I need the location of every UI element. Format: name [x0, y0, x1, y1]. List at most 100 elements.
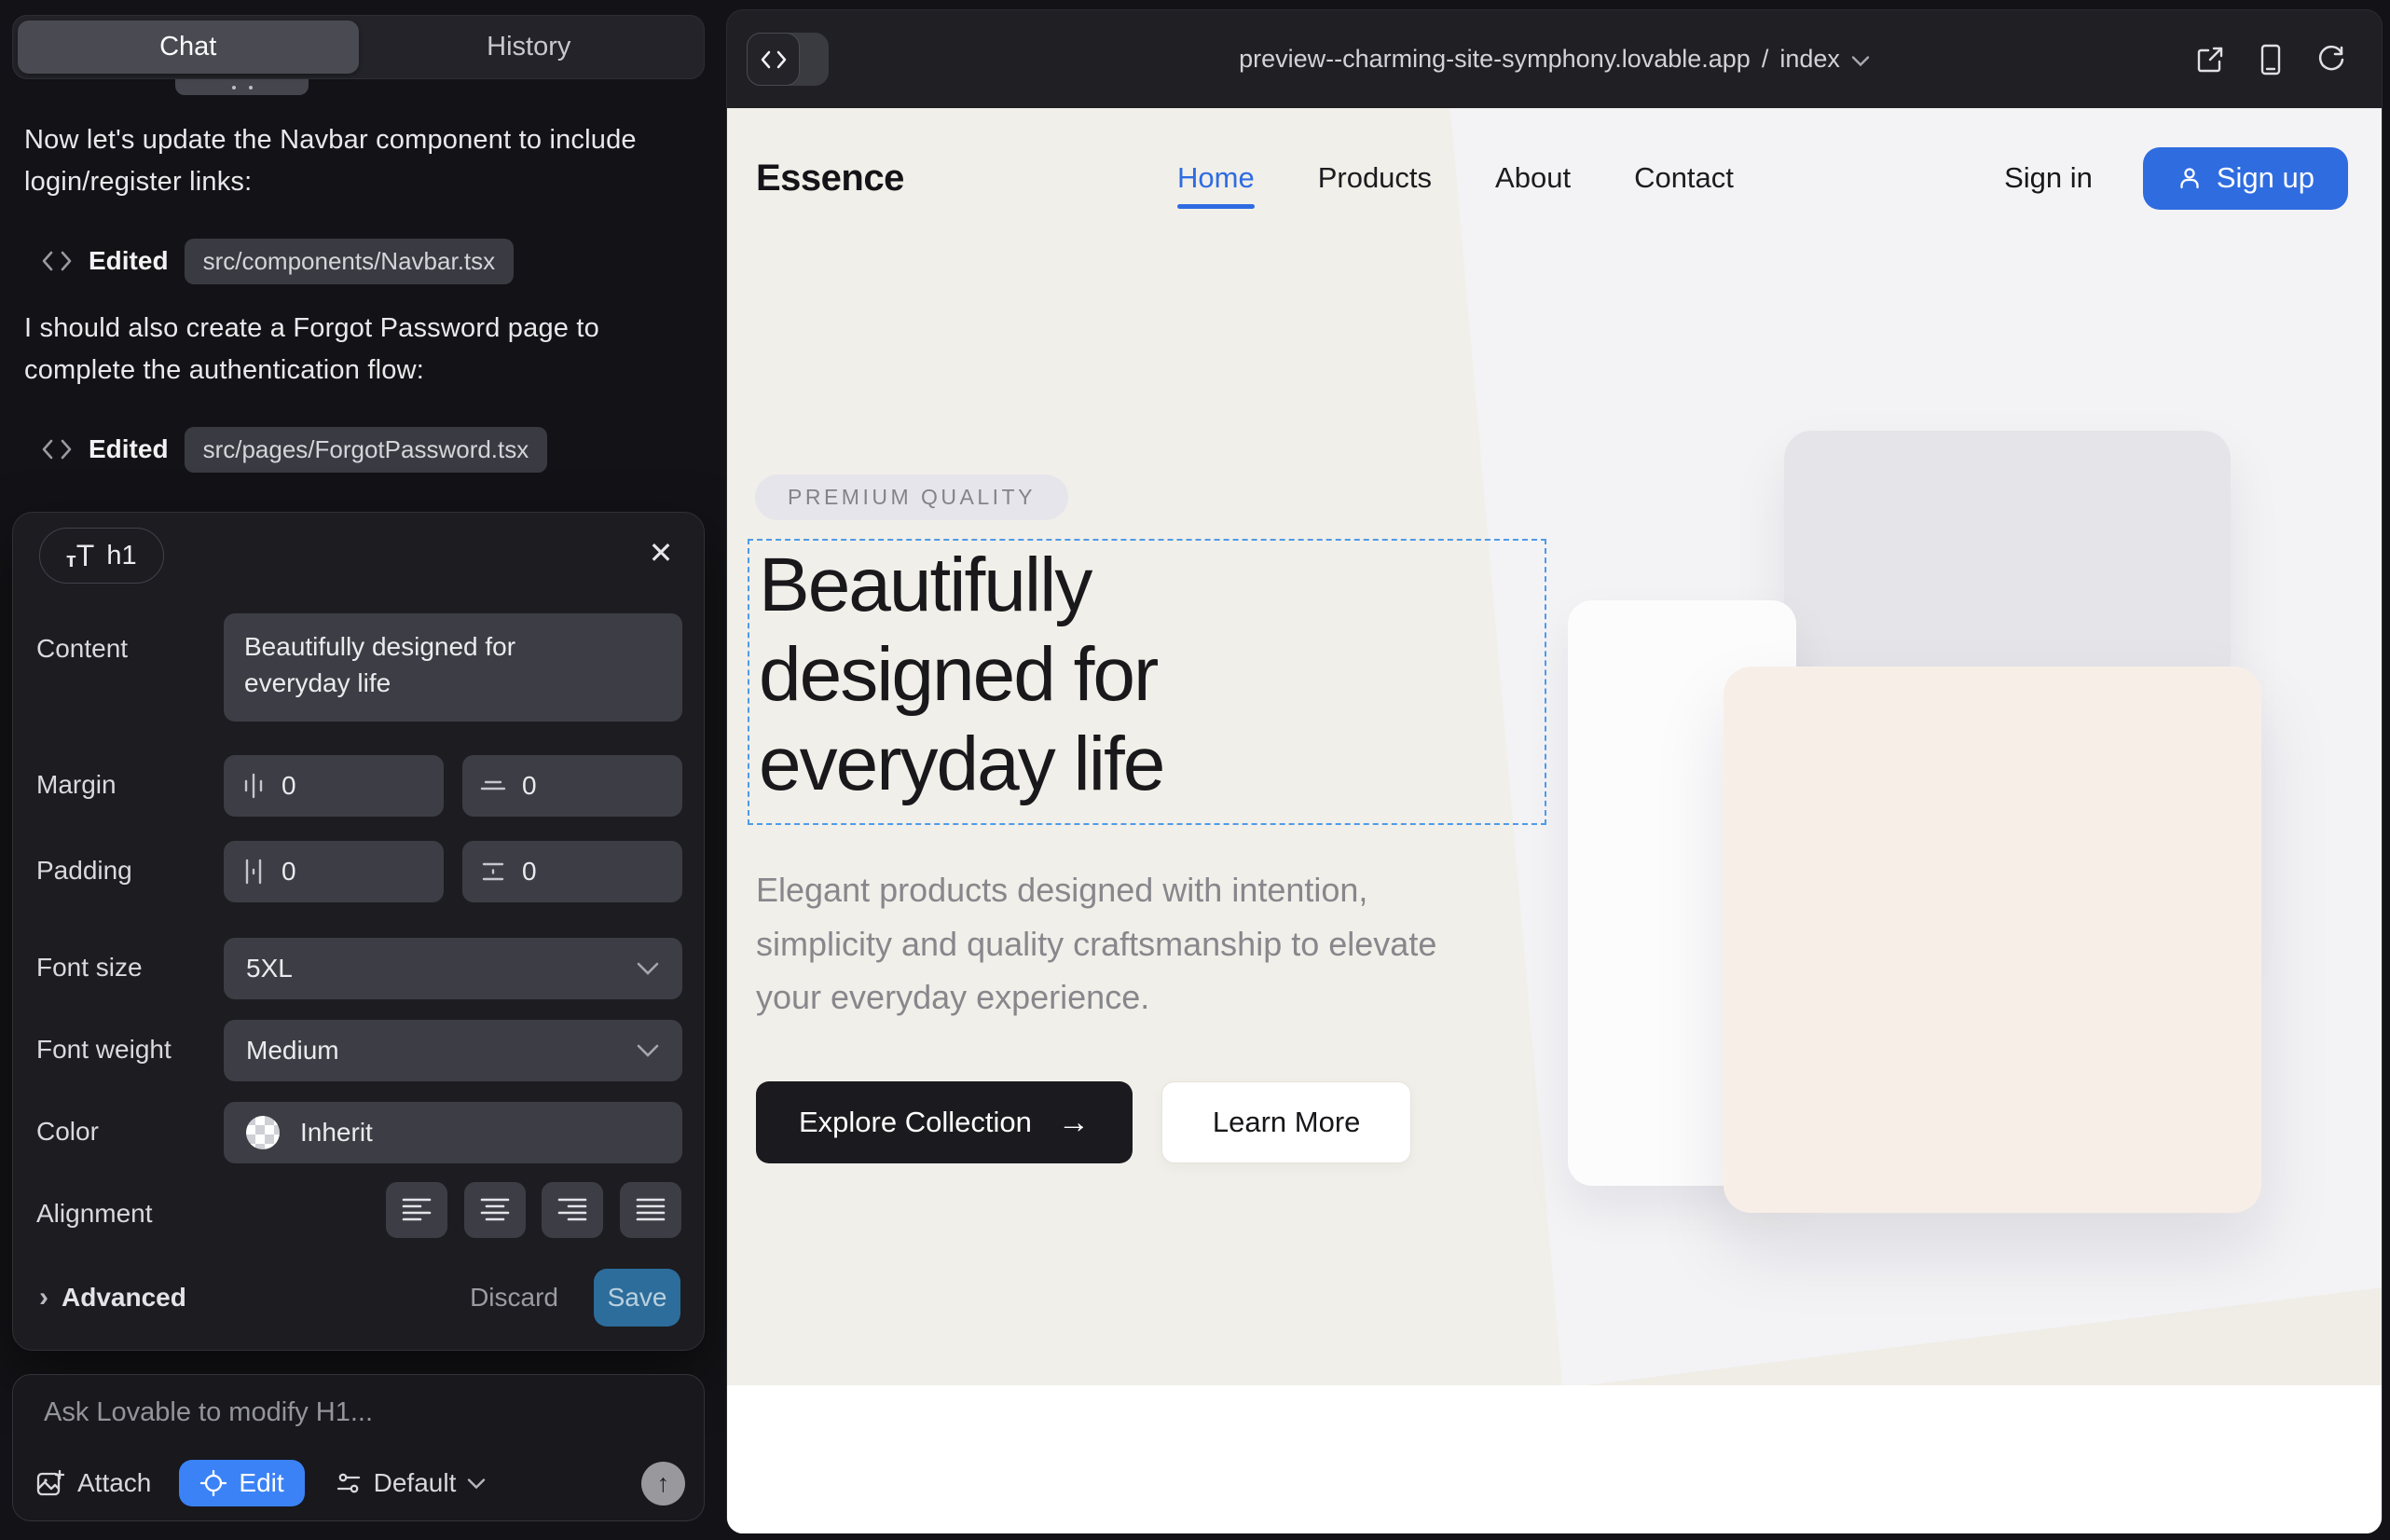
edited-file-row: Edited src/components/Navbar.tsx: [41, 239, 514, 283]
nav-auth-actions: Sign in Sign up: [2004, 147, 2348, 210]
nav-link-contact[interactable]: Contact: [1634, 108, 1734, 248]
site-navbar: Essence Home Products About Contact Sign…: [727, 108, 2382, 248]
tab-chat[interactable]: Chat: [18, 21, 359, 74]
padding-x-input[interactable]: 0: [224, 841, 444, 902]
discard-button[interactable]: Discard: [470, 1283, 558, 1313]
hero-cta-row: Explore Collection → Learn More: [756, 1081, 1411, 1163]
mode-label: Default: [374, 1468, 457, 1498]
align-left-button[interactable]: [386, 1182, 447, 1238]
preview-page: index: [1779, 45, 1840, 74]
learn-more-button[interactable]: Learn More: [1161, 1081, 1412, 1163]
h1-selection-outline[interactable]: Beautifully designed for everyday life: [748, 539, 1546, 825]
color-value: Inherit: [300, 1118, 373, 1148]
edit-mode-button[interactable]: Edit: [179, 1460, 304, 1506]
font-size-label: Font size: [36, 953, 143, 983]
target-icon: [199, 1469, 227, 1497]
chat-composer[interactable]: Ask Lovable to modify H1... Attach Edit: [12, 1374, 705, 1521]
align-justify-icon: [635, 1196, 666, 1224]
selected-element-chip[interactable]: ᴛT h1: [39, 528, 164, 584]
font-size-select[interactable]: 5XL: [224, 938, 682, 999]
preview-url: preview--charming-site-symphony.lovable.…: [1239, 45, 1751, 74]
assistant-message: I should also create a Forgot Password p…: [24, 308, 658, 392]
hero-heading: Beautifully designed for everyday life: [759, 541, 1374, 809]
margin-x-input[interactable]: 0: [224, 755, 444, 817]
chevron-down-icon: [636, 1043, 660, 1058]
code-icon: [41, 249, 73, 273]
color-label: Color: [36, 1117, 99, 1147]
nav-link-about[interactable]: About: [1495, 108, 1571, 248]
lovable-chat-panel: Chat History Now let's update the Navbar…: [0, 0, 726, 1540]
font-weight-select[interactable]: Medium: [224, 1020, 682, 1081]
attach-button[interactable]: Attach: [35, 1468, 151, 1498]
chevron-down-icon: [467, 1478, 486, 1490]
type-icon: ᴛT: [66, 541, 94, 571]
site-nav: Home Products About Contact: [1177, 108, 1734, 248]
save-button[interactable]: Save: [594, 1269, 680, 1327]
composer-toolbar: Attach Edit Default ↑: [35, 1459, 685, 1507]
margin-label: Margin: [36, 770, 117, 800]
hero-diagonal-wedge: [1585, 1287, 2382, 1385]
section-below-hero: [727, 1385, 2382, 1533]
decor-card-cream: [1724, 667, 2261, 1213]
nav-link-home[interactable]: Home: [1177, 108, 1255, 248]
font-weight-label: Font weight: [36, 1035, 172, 1065]
align-center-button[interactable]: [464, 1182, 526, 1238]
send-button[interactable]: ↑: [641, 1462, 685, 1506]
padding-y-value: 0: [522, 857, 537, 887]
arrow-right-icon: →: [1058, 1105, 1090, 1141]
mode-select[interactable]: Default: [335, 1468, 487, 1498]
edited-file-row: Edited src/pages/ForgotPassword.tsx: [41, 427, 547, 472]
composer-placeholder: Ask Lovable to modify H1...: [44, 1397, 373, 1428]
code-icon: [41, 437, 73, 461]
advanced-label: Advanced: [62, 1283, 186, 1313]
padding-x-value: 0: [282, 857, 296, 887]
content-input[interactable]: Beautifully designed for everyday life: [224, 613, 682, 722]
preview-window: preview--charming-site-symphony.lovable.…: [726, 9, 2383, 1533]
attach-label: Attach: [77, 1468, 151, 1498]
delete-element-button[interactable]: [577, 535, 612, 571]
color-select[interactable]: Inherit: [224, 1102, 682, 1163]
align-center-icon: [479, 1196, 511, 1224]
sign-in-link[interactable]: Sign in: [2004, 161, 2093, 195]
mobile-view-button[interactable]: [2259, 44, 2283, 76]
advanced-toggle[interactable]: › Advanced: [39, 1282, 186, 1313]
alignment-label: Alignment: [36, 1199, 153, 1229]
user-icon: [2177, 165, 2203, 191]
chrome-actions: [2195, 10, 2346, 108]
align-justify-button[interactable]: [620, 1182, 681, 1238]
color-swatch: [246, 1116, 280, 1149]
edited-file-pill[interactable]: src/pages/ForgotPassword.tsx: [185, 427, 548, 473]
browser-chrome: preview--charming-site-symphony.lovable.…: [727, 10, 2382, 108]
close-editor-button[interactable]: ✕: [643, 535, 679, 571]
refresh-icon: [2316, 45, 2346, 75]
font-weight-value: Medium: [246, 1036, 339, 1066]
padding-y-input[interactable]: 0: [462, 841, 682, 902]
nav-link-products[interactable]: Products: [1318, 108, 1432, 248]
assistant-message: Now let's update the Navbar component to…: [24, 119, 649, 203]
element-tag: h1: [106, 541, 136, 571]
element-editor-panel: ᴛT h1 ✕ Content Beautifully designed for…: [12, 512, 705, 1351]
edited-label: Edited: [89, 246, 169, 276]
chevron-down-icon: [1851, 55, 1870, 67]
sign-up-button[interactable]: Sign up: [2143, 147, 2348, 210]
premium-quality-badge: PREMIUM QUALITY: [755, 474, 1068, 520]
content-label: Content: [36, 634, 128, 664]
site-viewport: Essence Home Products About Contact Sign…: [727, 108, 2382, 1533]
edited-file-pill[interactable]: src/components/Navbar.tsx: [185, 239, 515, 284]
margin-y-value: 0: [522, 771, 537, 801]
scrolled-chip-fragment: [175, 79, 309, 95]
refresh-button[interactable]: [2316, 45, 2346, 75]
edited-label: Edited: [89, 434, 169, 464]
tab-history[interactable]: History: [359, 21, 700, 74]
padding-x-icon: [240, 858, 267, 886]
margin-y-input[interactable]: 0: [462, 755, 682, 817]
open-external-button[interactable]: [2195, 45, 2225, 75]
explore-collection-button[interactable]: Explore Collection →: [756, 1081, 1133, 1163]
url-bar[interactable]: preview--charming-site-symphony.lovable.…: [727, 10, 2382, 108]
content-value: Beautifully designed for everyday life: [244, 628, 589, 701]
external-link-icon: [2195, 45, 2225, 75]
site-logo[interactable]: Essence: [756, 158, 904, 199]
sign-up-label: Sign up: [2217, 161, 2314, 195]
align-right-button[interactable]: [542, 1182, 603, 1238]
chevron-down-icon: [636, 961, 660, 976]
